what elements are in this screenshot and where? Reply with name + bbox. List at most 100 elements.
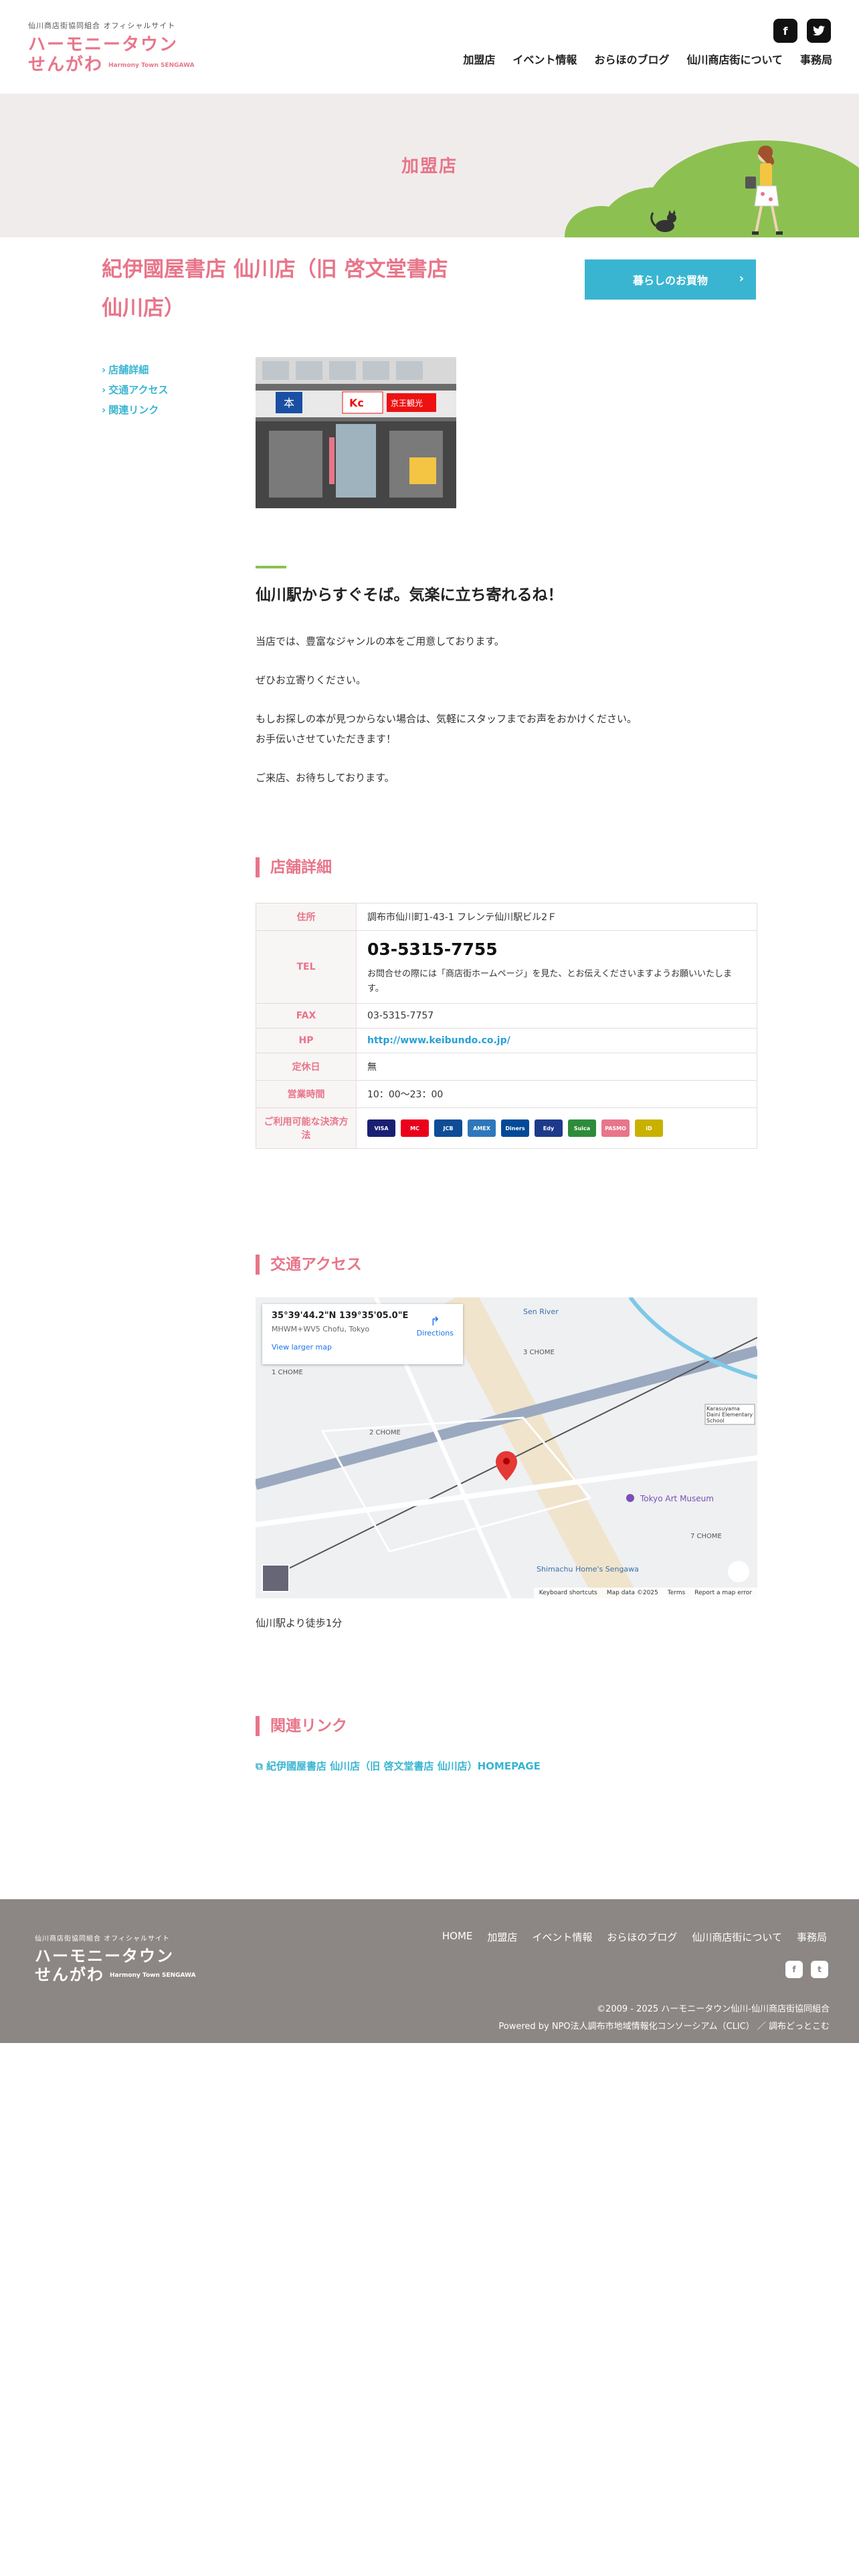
section-accent-bar	[256, 566, 286, 568]
description-paragraph: ご来店、お待ちしております。	[256, 772, 395, 784]
global-nav: 加盟店 イベント情報 おらほのブログ 仙川商店街について 事務局	[463, 51, 832, 67]
logo-title-line2: せんがわ	[28, 55, 104, 75]
footer-nav-blog[interactable]: おらほのブログ	[607, 1930, 677, 1944]
map-attribution: Keyboard shortcuts Map data ©2025 Terms …	[533, 1588, 757, 1598]
chevron-right-icon: ›	[102, 404, 106, 416]
footer-nav-members[interactable]: 加盟店	[487, 1930, 517, 1944]
id-icon: iD	[635, 1119, 663, 1137]
table-row: 定休日 無	[256, 1053, 757, 1081]
related-link-label: 紀伊國屋書店 仙川店（旧 啓文堂書店 仙川店）HOMEPAGE	[266, 1760, 541, 1772]
twitter-icon[interactable]	[807, 19, 831, 43]
directions-label: Directions	[416, 1329, 454, 1337]
table-row: FAX 03-5315-7757	[256, 1003, 757, 1029]
sidenav-item-details[interactable]: › 店舗詳細	[102, 360, 168, 380]
catch-copy: 仙川駅からすぐそば。気楽に立ち寄れるね！	[256, 586, 563, 604]
logo-title-line1: ハーモニータウン	[28, 35, 179, 55]
map-label: 1 CHOME	[272, 1369, 303, 1376]
nav-events[interactable]: イベント情報	[512, 51, 577, 67]
tel-note: お問合せの際には「商店街ホームページ」を見た、とお伝えくださいますようお願いいた…	[367, 969, 732, 994]
hours-value: 10：00〜23：00	[356, 1080, 757, 1108]
copyright-text: ©2009 - 2025 ハーモニータウン仙川-仙川商店街協同組合	[597, 2004, 830, 2014]
description-paragraph: ぜひお立寄りください。	[256, 674, 367, 686]
fax-value: 03-5315-7757	[356, 1003, 757, 1029]
payment-cell: VISA MC JCB AMEX Diners Edy Suica PASMO …	[356, 1107, 757, 1149]
map-footer-item[interactable]: Terms	[668, 1590, 686, 1596]
powered-by-text[interactable]: Powered by NPO法人調布市地域情報化コンソーシアム（CLIC） ／ …	[498, 2018, 830, 2036]
site-footer: 仙川商店街協同組合 オフィシャルサイト ハーモニータウン せんがわ Harmony…	[0, 1899, 859, 2043]
access-description: 仙川駅より徒歩1分	[256, 1617, 343, 1629]
page-hero: 加盟店	[0, 94, 859, 237]
logo-title: ハーモニータウン せんがわ Harmony Town SENGAWA	[28, 35, 195, 76]
logo-subtitle: 仙川商店街協同組合 オフィシャルサイト	[28, 21, 176, 30]
photo-sign-text: 京王観光	[391, 399, 423, 408]
row-label: 営業時間	[256, 1080, 357, 1108]
footer-nav-about[interactable]: 仙川商店街について	[692, 1930, 782, 1944]
facebook-icon[interactable]: f	[785, 1961, 803, 1978]
external-link-icon: ⧉	[256, 1760, 266, 1772]
sidenav-item-access[interactable]: › 交通アクセス	[102, 380, 168, 400]
map-label: 3 CHOME	[523, 1349, 555, 1356]
facebook-icon[interactable]: f	[773, 19, 797, 43]
directions-button[interactable]: ↱ Directions	[417, 1315, 454, 1337]
map-footer-item[interactable]: Keyboard shortcuts	[539, 1590, 597, 1596]
description-paragraph: もしお探しの本が見つからない場合は、気軽にスタッフまでお声をおかけください。 お手…	[256, 709, 764, 749]
google-map[interactable]: Sen River Tokyo Art Museum 1 CHOME 2 CHO…	[256, 1297, 757, 1598]
row-label: 住所	[256, 903, 357, 931]
chevron-right-icon: ›	[102, 364, 106, 376]
nav-blog[interactable]: おらほのブログ	[594, 51, 669, 67]
diners-icon: Diners	[501, 1119, 529, 1137]
map-info-card: 35°39'44.2"N 139°35'05.0"E MHWM+WV5 Chof…	[262, 1304, 463, 1364]
view-larger-map-link[interactable]: View larger map	[272, 1343, 454, 1352]
shop-details-table: 住所 調布市仙川町1-43-1 フレンテ仙川駅ビル2Ｆ TEL 03-5315-…	[256, 903, 757, 1149]
shop-photo: 本 Kc 京王観光	[256, 357, 456, 508]
amex-icon: AMEX	[468, 1119, 496, 1137]
site-logo[interactable]: 仙川商店街協同組合 オフィシャルサイト ハーモニータウン せんがわ Harmony…	[28, 20, 195, 76]
edy-icon: Edy	[535, 1119, 563, 1137]
description-line: お手伝いさせていただきます！	[256, 733, 397, 745]
payment-icons: VISA MC JCB AMEX Diners Edy Suica PASMO …	[367, 1119, 746, 1137]
logo-english: Harmony Town SENGAWA	[108, 62, 195, 69]
footer-nav: HOME 加盟店 イベント情報 おらほのブログ 仙川商店街について 事務局	[442, 1930, 827, 1944]
footer-logo-subtitle: 仙川商店街協同組合 オフィシャルサイト	[35, 1935, 170, 1943]
footer-logo-title: ハーモニータウン せんがわ Harmony Town SENGAWA	[35, 1947, 196, 1985]
description-line: もしお探しの本が見つからない場合は、気軽にスタッフまでお声をおかけください。	[256, 713, 638, 725]
shop-description: 当店では、豊富なジャンルの本をご用意しております。 ぜひお立寄りください。 もし…	[256, 631, 764, 807]
hp-cell: http://www.keibundo.co.jp/	[356, 1028, 757, 1053]
footer-logo-line1: ハーモニータウン	[35, 1947, 174, 1965]
related-homepage-link[interactable]: ⧉ 紀伊國屋書店 仙川店（旧 啓文堂書店 仙川店）HOMEPAGE	[256, 1759, 541, 1773]
map-label: Shimachu Home's Sengawa	[537, 1565, 639, 1574]
nav-office[interactable]: 事務局	[800, 51, 832, 67]
category-button-label: 暮らしのお買物	[632, 274, 708, 287]
category-button[interactable]: 暮らしのお買物 ›	[585, 259, 756, 300]
sidenav-item-links[interactable]: › 関連リンク	[102, 400, 168, 420]
row-label: ご利用可能な決済方法	[256, 1107, 357, 1149]
nav-members[interactable]: 加盟店	[463, 51, 495, 67]
tel-value[interactable]: 03-5315-7755	[367, 938, 746, 962]
site-header: 仙川商店街協同組合 オフィシャルサイト ハーモニータウン せんがわ Harmony…	[0, 0, 859, 94]
directions-icon: ↱	[430, 1315, 440, 1329]
table-row: TEL 03-5315-7755 お問合せの際には「商店街ホームページ」を見た、…	[256, 930, 757, 1004]
footer-nav-events[interactable]: イベント情報	[532, 1930, 592, 1944]
sidenav-item-label: 関連リンク	[108, 404, 159, 416]
suica-icon: Suica	[568, 1119, 596, 1137]
homepage-link[interactable]: http://www.keibundo.co.jp/	[367, 1035, 510, 1046]
page-side-nav: › 店舗詳細 › 交通アクセス › 関連リンク	[102, 360, 168, 420]
nav-about[interactable]: 仙川商店街について	[686, 51, 783, 67]
pasmo-icon: PASMO	[601, 1119, 630, 1137]
twitter-icon[interactable]: t	[811, 1961, 828, 1978]
table-row: HP http://www.keibundo.co.jp/	[256, 1028, 757, 1053]
table-row: 住所 調布市仙川町1-43-1 フレンテ仙川駅ビル2Ｆ	[256, 903, 757, 931]
jcb-icon: JCB	[434, 1119, 462, 1137]
footer-social: f t	[785, 1961, 828, 1978]
address-value: 調布市仙川町1-43-1 フレンテ仙川駅ビル2Ｆ	[356, 903, 757, 931]
footer-copyright: ©2009 - 2025 ハーモニータウン仙川-仙川商店街協同組合 Powere…	[498, 2001, 830, 2036]
map-label: 7 CHOME	[690, 1533, 722, 1540]
footer-nav-home[interactable]: HOME	[442, 1930, 473, 1944]
table-row: ご利用可能な決済方法 VISA MC JCB AMEX Diners Edy S…	[256, 1107, 757, 1149]
footer-logo[interactable]: 仙川商店街協同組合 オフィシャルサイト ハーモニータウン せんがわ Harmony…	[35, 1933, 196, 1985]
section-heading-links: 関連リンク	[256, 1716, 347, 1736]
chevron-right-icon: ›	[102, 384, 106, 396]
header-social: f	[773, 19, 831, 43]
footer-nav-office[interactable]: 事務局	[797, 1930, 827, 1944]
map-footer-item[interactable]: Report a map error	[694, 1590, 752, 1596]
